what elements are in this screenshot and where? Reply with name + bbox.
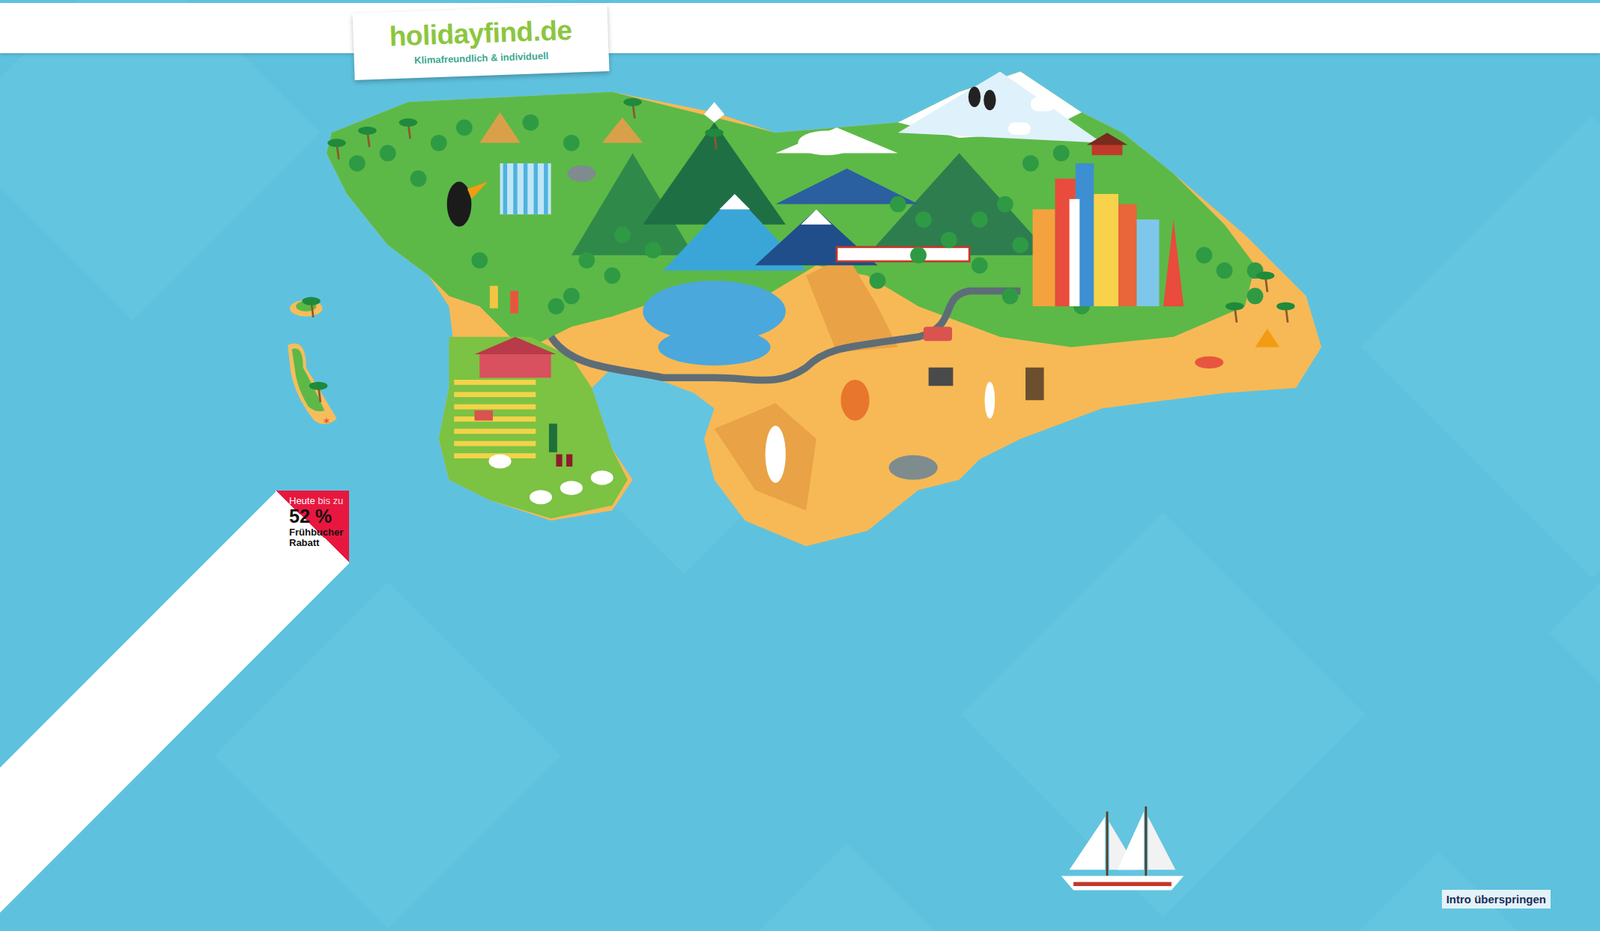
mountains	[571, 71, 1102, 271]
lake	[642, 280, 786, 366]
badge-intro: Heute bis zu	[289, 495, 350, 507]
island	[326, 71, 1322, 547]
logo[interactable]: holidayfind.de Klimafreundlich & individ…	[352, 4, 610, 81]
small-islands: ✶	[287, 300, 337, 427]
road	[551, 290, 1021, 380]
sea-pattern	[0, 0, 1600, 931]
trees	[301, 98, 1295, 403]
header-bar	[0, 2, 1600, 54]
animals	[447, 86, 997, 505]
logo-tagline: Klimafreundlich & individuell	[414, 50, 550, 66]
train	[836, 247, 970, 262]
waterfall	[500, 163, 552, 215]
badge-label: Rabatt	[289, 537, 350, 549]
discount-badge[interactable]: Heute bis zu 52 % Frühbucher Rabatt	[275, 490, 350, 562]
sailboat-icon	[1061, 806, 1184, 891]
city	[1032, 132, 1185, 307]
svg-text:✶: ✶	[322, 415, 332, 427]
wheat-field	[453, 379, 536, 459]
badge-label: Frühbucher	[289, 527, 350, 538]
intro-page: ✶ holidayfind.de Klimafreundlich & indiv…	[0, 0, 1600, 931]
badge-value: 52 %	[289, 506, 350, 528]
travel-map: ✶	[0, 0, 1600, 931]
landmarks	[474, 96, 1280, 466]
logo-name: holidayfind.de	[388, 14, 573, 53]
skip-intro-button[interactable]: Intro überspringen	[1441, 889, 1551, 909]
